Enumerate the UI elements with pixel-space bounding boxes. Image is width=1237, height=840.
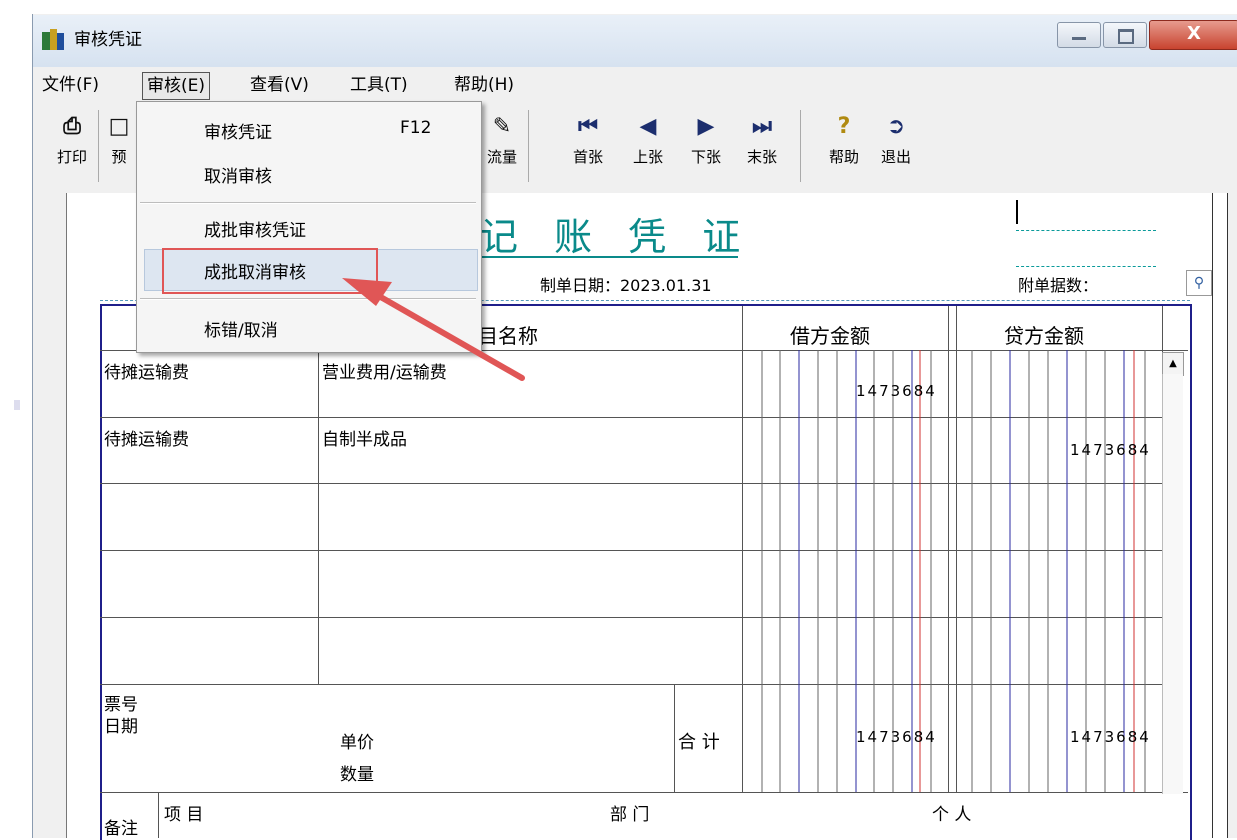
quantity-label: 数量: [340, 765, 374, 785]
menu-item-mark-error[interactable]: 标错/取消: [204, 316, 278, 341]
menu-item-batch-audit[interactable]: 成批审核凭证: [204, 216, 306, 241]
total-credit: 1473684: [1070, 728, 1151, 746]
row1-debit[interactable]: 1473684: [856, 382, 937, 400]
menu-item-cancel-audit[interactable]: 取消审核: [204, 162, 272, 187]
total-label: 合 计: [678, 732, 720, 753]
row2-credit[interactable]: 1473684: [1070, 441, 1151, 459]
row1-summary[interactable]: 待摊运输费: [104, 358, 189, 383]
department-label: 部 门: [610, 805, 650, 825]
menu-item-audit-voucher[interactable]: 审核凭证: [204, 118, 272, 143]
ticket-date-label: 日期: [104, 717, 138, 737]
row2-account[interactable]: 自制半成品: [322, 425, 407, 450]
row2-summary[interactable]: 待摊运输费: [104, 425, 189, 450]
menu-shortcut-f12: F12: [400, 118, 432, 138]
scrollbar-track[interactable]: [1162, 374, 1183, 794]
total-debit: 1473684: [856, 728, 937, 746]
menu-separator: [140, 298, 476, 300]
unit-price-label: 单价: [340, 733, 374, 753]
scroll-up-button[interactable]: ▲: [1162, 352, 1184, 376]
person-label: 个 人: [932, 805, 972, 825]
annotation-highlight-box: [162, 248, 378, 294]
project-label: 项 目: [164, 805, 204, 825]
menu-separator: [140, 202, 476, 204]
remarks-label: 备注: [104, 819, 138, 839]
row1-account[interactable]: 营业费用/运输费: [322, 358, 447, 383]
audit-dropdown-menu: [136, 101, 482, 353]
